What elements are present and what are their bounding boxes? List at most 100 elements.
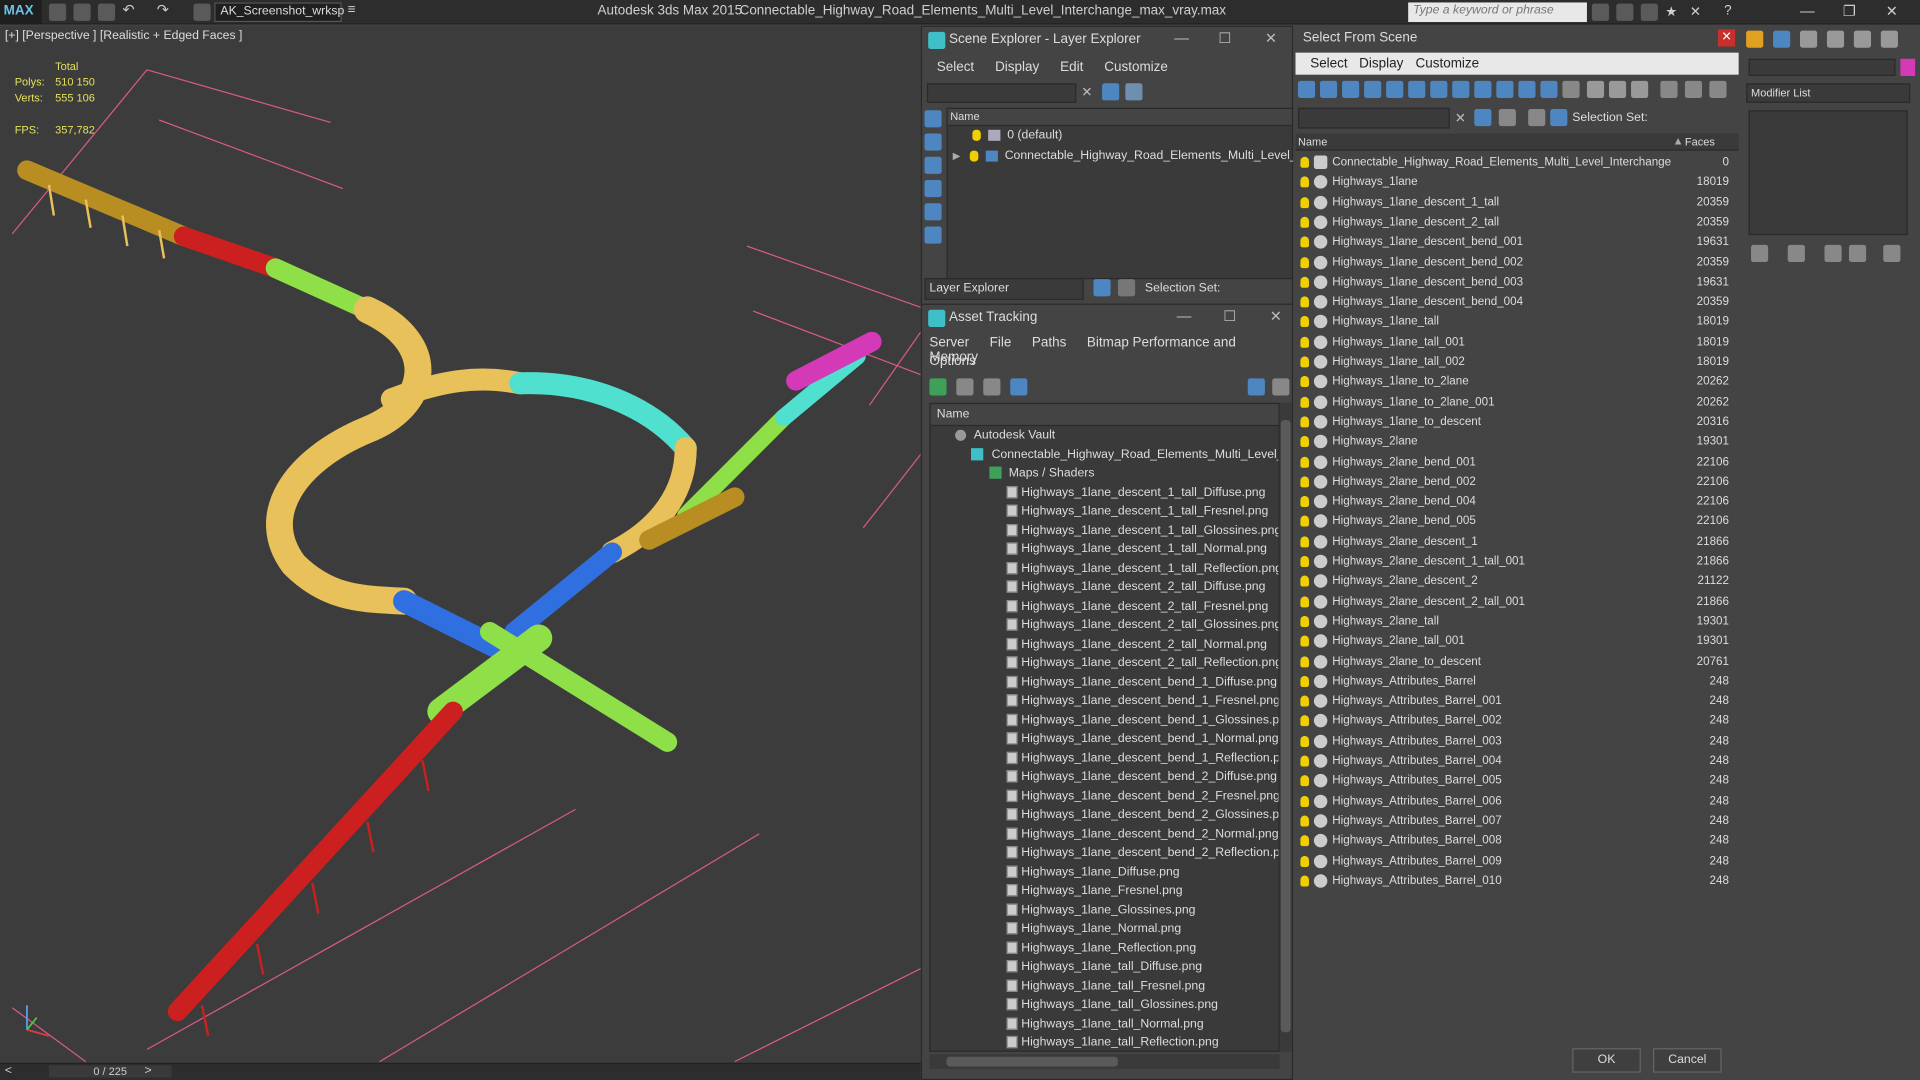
scene-search-input[interactable] [926,83,1077,103]
asset-file-row[interactable]: Highways_1lane_descent_1_tall_Normal.png [1006,542,1267,561]
display-cameras-icon[interactable] [924,203,942,221]
asset-file-row[interactable]: Highways_1lane_descent_bend_2_Glossines.… [1006,808,1278,827]
asset-file-row[interactable]: Highways_1lane_descent_1_tall_Reflection… [1006,561,1278,580]
object-row[interactable]: Connectable_Highway_Road_Elements_Multi_… [1296,153,1739,173]
layer-toggle-icon[interactable] [1093,279,1111,297]
light-bulb-icon[interactable] [1300,535,1309,547]
display-none-icon[interactable] [1608,80,1627,98]
asset-file-row[interactable]: Highways_1lane_descent_bend_2_Normal.png [1006,827,1278,846]
cancel-button[interactable]: Cancel [1653,1048,1722,1073]
workspace-menu-icon[interactable]: ≡ [348,2,356,17]
asset-file-row[interactable]: Highways_1lane_descent_bend_1_Glossines.… [1006,713,1278,732]
light-bulb-icon[interactable] [1300,835,1309,847]
menu-select[interactable]: Select [1310,56,1347,71]
asset-file-row[interactable]: Highways_1lane_Reflection.png [1006,941,1196,960]
object-row[interactable]: Highways_1lane 18019 [1296,173,1739,193]
restore-icon[interactable]: ❐ [1843,2,1856,19]
subscription-icon[interactable] [1616,3,1634,21]
light-bulb-icon[interactable] [1300,296,1309,308]
display-all-icon[interactable] [1586,80,1605,98]
asset-tracking-titlebar[interactable]: Asset Tracking — ☐ ✕ [922,304,1292,332]
menu-edit[interactable]: Edit [1060,60,1083,75]
light-bulb-icon[interactable] [1300,216,1309,228]
object-row[interactable]: Highways_1lane_to_2lane_001 20262 [1296,393,1739,413]
light-bulb-icon[interactable] [1300,456,1309,468]
object-color-swatch[interactable] [1900,58,1916,76]
filter-shapes-icon[interactable] [1320,80,1338,98]
light-bulb-icon[interactable] [1300,336,1309,348]
object-row[interactable]: Highways_2lane_descent_1_tall_001 21866 [1296,552,1739,572]
tree-view-icon[interactable] [983,378,1001,396]
communication-icon[interactable] [1640,3,1658,21]
minimize-icon[interactable]: — [1800,2,1815,19]
filter-containers-icon[interactable] [1496,80,1514,98]
object-row[interactable]: Highways_Attributes_Barrel 248 [1296,672,1739,692]
make-unique-icon[interactable] [1824,244,1842,263]
hierarchy-layers-icon[interactable] [1528,108,1546,127]
object-row[interactable]: Highways_1lane_to_2lane 20262 [1296,373,1739,393]
object-row[interactable]: Highways_1lane_descent_bend_001 19631 [1296,233,1739,253]
asset-file-row[interactable]: Highways_1lane_descent_bend_2_Fresnel.pn… [1006,789,1278,808]
asset-file-row[interactable]: Highways_1lane_Normal.png [1006,922,1181,941]
light-bulb-icon[interactable] [1300,555,1309,567]
object-row[interactable]: Highways_2lane_tall_001 19301 [1296,632,1739,652]
light-bulb-icon[interactable] [1300,196,1309,208]
light-bulb-icon[interactable] [1300,735,1309,747]
object-row[interactable]: Highways_Attributes_Barrel_010 248 [1296,872,1739,892]
show-end-result-icon[interactable] [1787,244,1805,263]
asset-file-row[interactable]: Highways_1lane_descent_bend_2_Diffuse.pn… [1006,770,1277,789]
asset-file-row[interactable]: Highways_1lane_Diffuse.png [1006,865,1180,884]
pin-stack-icon[interactable] [1751,244,1769,263]
binoculars-icon[interactable] [1591,3,1609,21]
filter-funnel-icon[interactable] [1660,80,1678,98]
object-row[interactable]: Highways_2lane_bend_004 22106 [1296,492,1739,512]
expand-arrow-icon[interactable]: ▶ [953,151,961,162]
light-bulb-icon[interactable] [1300,396,1309,408]
filter-bones-icon[interactable] [1474,80,1492,98]
column-name[interactable]: Name [930,404,1279,427]
close-icon[interactable]: ✕ [1265,29,1277,46]
filter-xrefs-icon[interactable] [1452,80,1470,98]
filter-helpers-icon[interactable] [1386,80,1404,98]
object-row[interactable]: Highways_1lane_tall_002 18019 [1296,353,1739,373]
filter-cameras-icon[interactable] [1364,80,1382,98]
object-row[interactable]: Highways_2lane_bend_002 22106 [1296,472,1739,492]
object-row[interactable]: Highways_Attributes_Barrel_002 248 [1296,712,1739,732]
asset-file-row[interactable]: Highways_1lane_descent_2_tall_Glossines.… [1006,618,1278,637]
light-bulb-icon[interactable] [1300,316,1309,328]
object-row[interactable]: Highways_2lane_bend_001 22106 [1296,452,1739,472]
clear-search-icon[interactable]: ✕ [1081,84,1092,101]
object-row[interactable]: Highways_Attributes_Barrel_008 248 [1296,832,1739,852]
asset-file-row[interactable]: Highways_1lane_tall_Fresnel.png [1006,979,1205,998]
minimize-icon[interactable]: — [1174,29,1189,46]
scrollbar-thumb[interactable] [1280,420,1291,1033]
light-bulb-icon[interactable] [1300,276,1309,288]
modifier-stack[interactable] [1748,110,1908,236]
maps-row[interactable]: Maps / Shaders [989,467,1094,486]
object-row[interactable]: Highways_1lane_descent_bend_003 19631 [1296,273,1739,293]
hierarchy-icon[interactable] [1550,108,1568,127]
frame-counter[interactable]: 0 / 225 [48,1065,172,1078]
layer-row-default[interactable]: 0 (default) [972,129,1290,149]
settings-icon[interactable] [1272,378,1290,396]
filter-toggle-icon[interactable] [1474,108,1492,127]
asset-file-row[interactable]: Highways_1lane_tall_Normal.png [1006,1017,1204,1036]
light-bulb-icon[interactable] [1300,715,1309,727]
new-file-icon[interactable] [48,3,67,21]
light-bulb-icon[interactable] [1300,875,1309,887]
vertical-scrollbar[interactable] [1279,402,1292,1052]
filter-options-icon[interactable] [1684,80,1703,98]
menu-display[interactable]: Display [1359,56,1403,71]
light-bulb-icon[interactable] [1300,236,1309,248]
display-helpers-icon[interactable] [924,226,942,244]
object-row[interactable]: Highways_Attributes_Barrel_005 248 [1296,772,1739,792]
object-row[interactable]: Highways_Attributes_Barrel_007 248 [1296,812,1739,832]
column-faces[interactable]: Faces [1685,136,1715,148]
select-from-scene-titlebar[interactable]: Select From Scene ✕ [1295,25,1739,51]
object-row[interactable]: Highways_1lane_descent_bend_004 20359 [1296,293,1739,313]
light-bulb-icon[interactable] [1300,655,1309,667]
menu-file[interactable]: File [990,336,1012,351]
search-input[interactable]: Type a keyword or phrase [1408,2,1587,23]
close-icon[interactable]: ✕ [1886,2,1898,19]
object-row[interactable]: Highways_Attributes_Barrel_004 248 [1296,752,1739,772]
